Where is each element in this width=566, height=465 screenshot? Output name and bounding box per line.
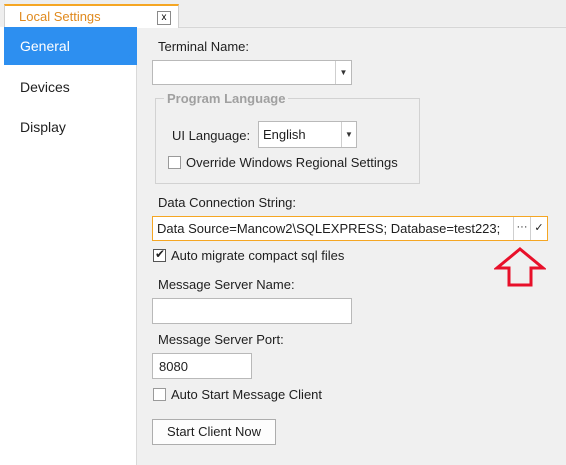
chevron-down-icon[interactable]: ▼	[335, 61, 351, 84]
sidebar-item-display[interactable]: Display	[4, 108, 137, 146]
message-server-port-label: Message Server Port:	[158, 332, 284, 347]
sidebar-item-label: Display	[20, 119, 66, 135]
connection-string-label: Data Connection String:	[158, 195, 297, 210]
tab-strip-divider	[179, 27, 566, 28]
start-client-now-button[interactable]: Start Client Now	[152, 419, 276, 445]
terminal-name-combo[interactable]: ▼	[152, 60, 352, 85]
more-options-button[interactable]: ···	[513, 217, 530, 240]
up-arrow-outline-icon	[494, 247, 546, 287]
program-language-title: Program Language	[164, 91, 289, 106]
message-server-port-value: 8080	[159, 359, 188, 374]
checkmark-icon: ✔	[155, 247, 166, 261]
auto-start-checkbox[interactable]	[153, 388, 166, 401]
terminal-name-label: Terminal Name:	[158, 39, 250, 54]
message-server-name-input[interactable]	[152, 298, 352, 324]
auto-start-label: Auto Start Message Client	[171, 387, 323, 402]
connection-string-input[interactable]: Data Source=Mancow2\SQLEXPRESS; Database…	[152, 216, 548, 241]
active-pointer-icon	[128, 35, 137, 57]
message-server-port-input[interactable]: 8080	[152, 353, 252, 379]
override-regional-checkbox[interactable]	[168, 156, 181, 169]
message-server-name-label: Message Server Name:	[158, 277, 295, 292]
ui-language-label: UI Language:	[172, 128, 251, 143]
sidebar-item-devices[interactable]: Devices	[4, 68, 137, 106]
auto-migrate-checkbox[interactable]: ✔	[153, 247, 166, 262]
close-icon[interactable]: x	[157, 11, 171, 25]
ui-language-combo[interactable]: English ▼	[258, 121, 357, 148]
sidebar-item-general[interactable]: General	[4, 27, 137, 65]
chevron-down-icon[interactable]: ▼	[341, 122, 356, 147]
confirm-check-button[interactable]: ✓	[530, 217, 547, 240]
ui-language-value: English	[263, 127, 306, 142]
tab-local-settings[interactable]: Local Settings x	[4, 4, 179, 28]
sidebar-item-label: Devices	[20, 79, 70, 95]
tab-label: Local Settings	[19, 9, 101, 24]
auto-migrate-label: Auto migrate compact sql files	[171, 248, 345, 263]
override-regional-label: Override Windows Regional Settings	[186, 155, 398, 170]
sidebar-item-label: General	[20, 38, 70, 54]
connection-string-value: Data Source=Mancow2\SQLEXPRESS; Database…	[157, 221, 501, 236]
